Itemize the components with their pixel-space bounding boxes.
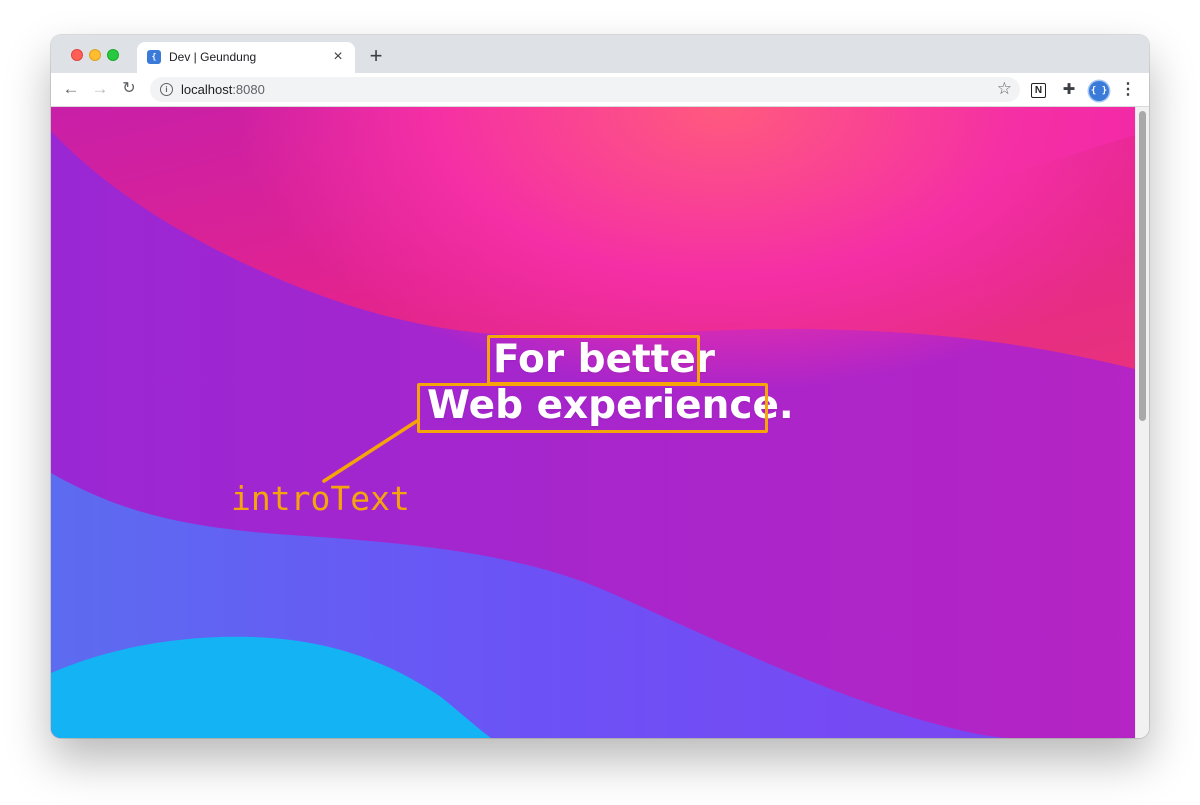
bookmark-star-icon[interactable]: ☆ (997, 79, 1012, 99)
scrollbar-thumb[interactable] (1139, 111, 1146, 421)
tab-strip: { } Dev | Geundung × + (51, 35, 1149, 75)
new-tab-button[interactable]: + (365, 45, 387, 67)
site-info-icon[interactable]: i (160, 83, 173, 96)
browser-tab-active[interactable]: { } Dev | Geundung × (137, 42, 355, 75)
annotation-pointer-line (322, 419, 419, 483)
browser-menu-icon[interactable]: ⋮ (1118, 80, 1138, 100)
reload-button[interactable]: ↻ (118, 78, 140, 100)
address-bar[interactable]: i localhost:8080 ☆ (150, 77, 1020, 102)
notion-extension-icon[interactable]: N (1031, 83, 1046, 98)
intro-section: For better Web experience. introText (51, 107, 1135, 738)
close-window-button[interactable] (71, 49, 83, 61)
profile-avatar[interactable]: { } (1089, 81, 1109, 101)
close-tab-icon[interactable]: × (329, 48, 347, 66)
back-button[interactable]: ← (60, 78, 82, 100)
browser-window: { } Dev | Geundung × + ← → ↻ i localhost… (51, 35, 1149, 738)
url-port: :8080 (232, 82, 265, 97)
tab-title: Dev | Geundung (169, 50, 257, 64)
page-viewport: For better Web experience. introText (51, 107, 1135, 738)
vertical-scrollbar[interactable] (1135, 107, 1149, 738)
browser-toolbar: ← → ↻ i localhost:8080 ☆ N ✚ { } ⋮ (51, 73, 1149, 107)
brackets-icon: { } (147, 50, 161, 75)
zoom-window-button[interactable] (107, 49, 119, 61)
extensions-puzzle-icon[interactable]: ✚ (1059, 80, 1079, 100)
minimize-window-button[interactable] (89, 49, 101, 61)
annotation-label: introText (231, 479, 410, 518)
url-host: localhost (181, 82, 233, 97)
forward-button[interactable]: → (89, 78, 111, 100)
url-text[interactable]: localhost:8080 (181, 82, 265, 97)
